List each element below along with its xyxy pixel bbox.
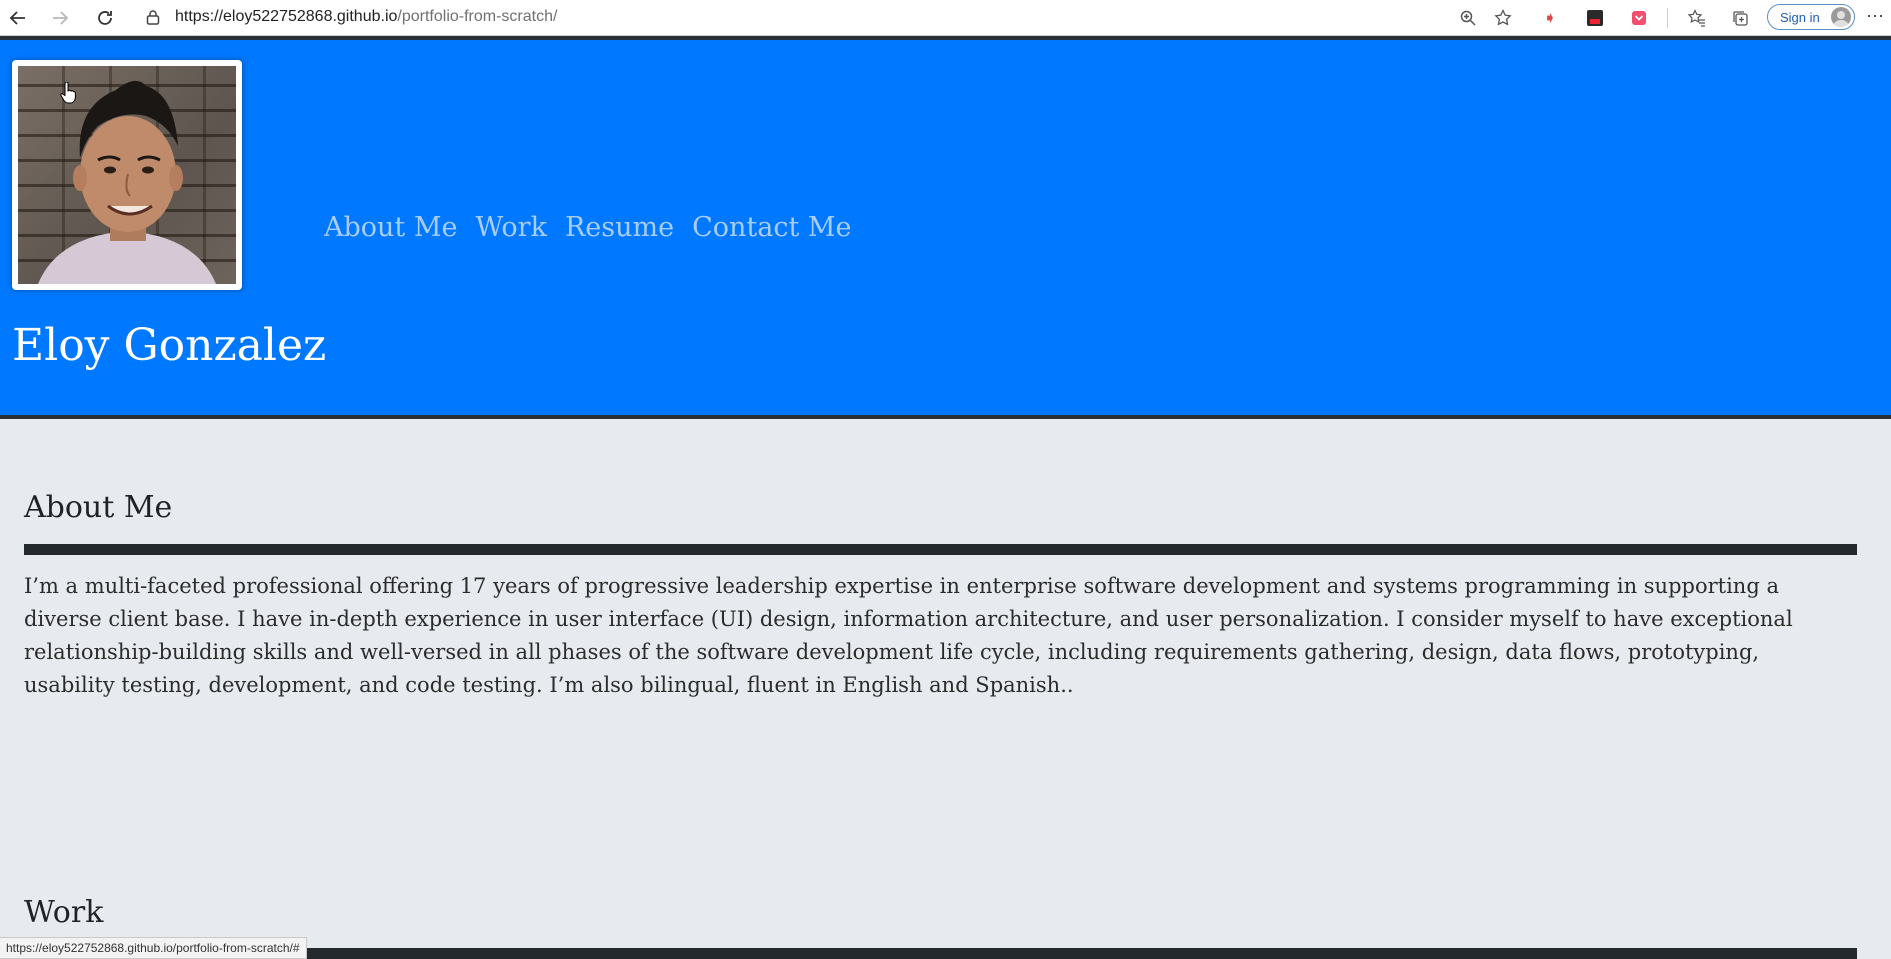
extension-off-icon[interactable] — [1583, 6, 1607, 30]
forward-icon[interactable] — [48, 6, 72, 30]
address-bar[interactable]: https://eloy522752868.github.io/portfoli… — [175, 8, 557, 26]
status-bar-url: https://eloy522752868.github.io/portfoli… — [0, 937, 307, 959]
zoom-icon[interactable] — [1456, 6, 1480, 30]
profile-photo — [18, 66, 236, 284]
profile-icon — [1831, 7, 1851, 27]
profile-photo-frame — [12, 60, 242, 290]
site-header: About Me Work Resume Contact Me Eloy Gon… — [0, 36, 1891, 419]
about-heading: About Me — [24, 490, 173, 525]
sign-in-label: Sign in — [1780, 9, 1820, 25]
sign-in-button[interactable]: Sign in — [1767, 4, 1855, 30]
refresh-icon[interactable] — [93, 6, 117, 30]
nav-resume[interactable]: Resume — [565, 212, 674, 243]
back-icon[interactable] — [6, 6, 30, 30]
favorites-icon[interactable] — [1685, 6, 1709, 30]
main-navigation: About Me Work Resume Contact Me — [324, 212, 852, 243]
url-path: /portfolio-from-scratch/ — [397, 8, 558, 25]
work-heading: Work — [24, 895, 104, 930]
nav-about-me[interactable]: About Me — [324, 212, 457, 243]
collections-icon[interactable] — [1728, 6, 1752, 30]
nav-contact-me[interactable]: Contact Me — [692, 212, 851, 243]
toolbar-separator — [1667, 8, 1668, 28]
lock-icon[interactable] — [146, 9, 162, 27]
url-host: https://eloy522752868.github.io — [175, 8, 398, 25]
site-name: Eloy Gonzalez — [12, 320, 327, 371]
about-paragraph: I’m a multi-faceted professional offerin… — [24, 574, 1793, 697]
hand-cursor-icon — [60, 81, 76, 104]
nav-work[interactable]: Work — [475, 212, 546, 243]
extension-icon[interactable]: ➧ — [1538, 6, 1562, 30]
extension-pocket-icon[interactable] — [1627, 6, 1651, 30]
favorite-add-icon[interactable] — [1491, 6, 1515, 30]
more-icon[interactable]: ⋯ — [1866, 6, 1884, 27]
browser-toolbar: https://eloy522752868.github.io/portfoli… — [0, 0, 1891, 36]
about-divider — [24, 544, 1857, 555]
